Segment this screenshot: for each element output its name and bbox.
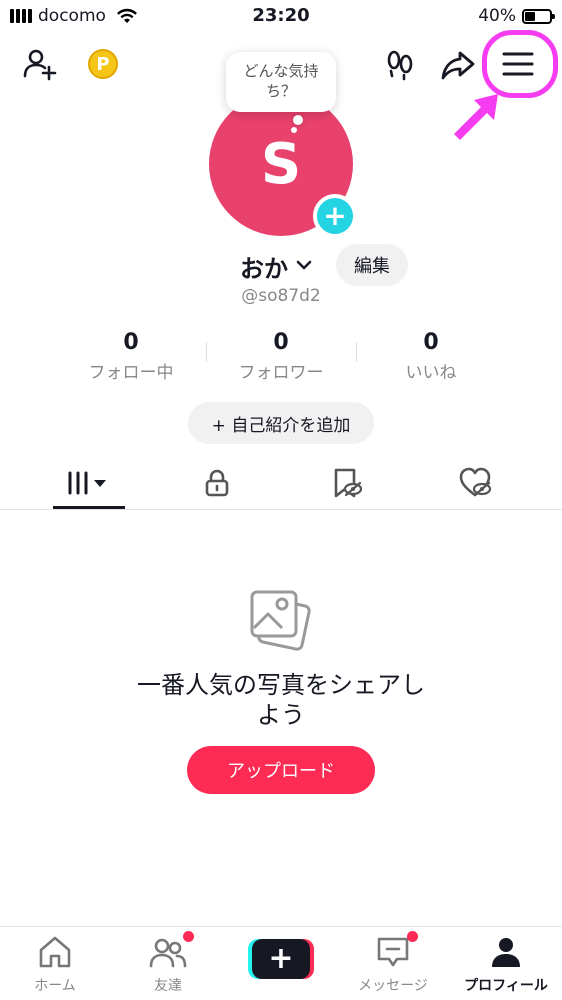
likes-count: 0	[423, 330, 439, 355]
nav-friends-label: 友達	[154, 978, 182, 994]
profile-views-button[interactable]	[380, 44, 420, 84]
avatar-container[interactable]: S +	[209, 92, 357, 238]
photos-icon	[250, 590, 311, 651]
add-friend-button[interactable]	[20, 44, 60, 84]
empty-state-message: 一番人気の写真をシェアしよう	[0, 670, 562, 730]
name-row: おか 編集	[0, 243, 562, 287]
tab-saved[interactable]	[306, 458, 386, 508]
username-handle: @so87d2	[241, 286, 321, 306]
saved-hidden-icon	[334, 468, 363, 498]
create-button[interactable]: +	[248, 939, 314, 979]
tab-liked[interactable]	[435, 458, 515, 508]
nav-home[interactable]: ホーム	[0, 935, 110, 997]
plus-icon: +	[252, 939, 310, 979]
coin-button[interactable]: P	[83, 44, 123, 84]
tab-private[interactable]	[177, 458, 257, 508]
following-label: フォロー中	[88, 363, 174, 383]
stat-likes[interactable]: 0 いいね	[356, 330, 506, 383]
nav-profile-label: プロフィール	[464, 978, 548, 994]
messages-notification-dot	[407, 931, 418, 942]
profile-icon	[492, 938, 520, 967]
content-tabs	[0, 458, 562, 510]
nav-messages-label: メッセージ	[358, 978, 428, 994]
followers-label: フォロワー	[238, 363, 324, 383]
mood-bubble[interactable]: どんな気持ち？	[226, 52, 336, 112]
nav-messages[interactable]: メッセージ	[338, 931, 448, 997]
videos-grid-icon	[68, 471, 106, 495]
profile-stats: 0 フォロー中 0 フォロワー 0 いいね	[0, 330, 562, 383]
friends-icon	[149, 938, 187, 968]
nav-profile[interactable]: プロフィール	[451, 935, 561, 997]
mood-bubble-text: どんな気持ち？	[243, 62, 319, 100]
chevron-down-icon[interactable]	[294, 255, 314, 275]
followers-count: 0	[273, 330, 289, 355]
stat-following[interactable]: 0 フォロー中	[56, 330, 206, 383]
edit-profile-button[interactable]: 編集	[336, 244, 408, 286]
add-friend-icon	[23, 49, 57, 81]
upload-button[interactable]: アップロード	[187, 746, 375, 794]
bubble-tail-dot-small	[291, 127, 297, 133]
bottom-nav: ホーム 友達 + メッセージ プロフィール	[0, 926, 562, 1000]
status-right: 40%	[478, 6, 555, 26]
status-bar: docomo 23:20 40%	[0, 0, 562, 32]
following-count: 0	[123, 330, 139, 355]
message-icon	[377, 937, 409, 967]
stat-followers[interactable]: 0 フォロワー	[206, 330, 356, 383]
home-icon	[39, 936, 71, 968]
coin-icon: P	[88, 49, 118, 79]
add-avatar-button[interactable]: +	[313, 194, 357, 238]
likes-label: いいね	[405, 363, 457, 383]
empty-state-text: 一番人気の写真をシェアしよう	[137, 671, 425, 729]
nav-friends[interactable]: 友達	[113, 931, 223, 997]
liked-hidden-icon	[459, 467, 492, 497]
active-tab-indicator	[53, 506, 125, 509]
share-profile-button[interactable]	[438, 44, 478, 84]
display-name[interactable]: おか	[240, 249, 288, 284]
friends-notification-dot	[183, 931, 194, 942]
bubble-tail-dot	[293, 115, 303, 125]
footprints-icon	[387, 50, 413, 81]
pointer-arrow-icon	[454, 94, 498, 140]
nav-home-label: ホーム	[34, 978, 76, 994]
add-bio-button[interactable]: + 自己紹介を追加	[188, 402, 374, 444]
share-icon	[441, 51, 475, 80]
lock-icon	[205, 469, 229, 497]
battery-percent: 40%	[478, 6, 516, 26]
tab-videos[interactable]	[49, 458, 129, 508]
highlight-ring	[482, 30, 558, 98]
battery-icon	[522, 8, 555, 24]
